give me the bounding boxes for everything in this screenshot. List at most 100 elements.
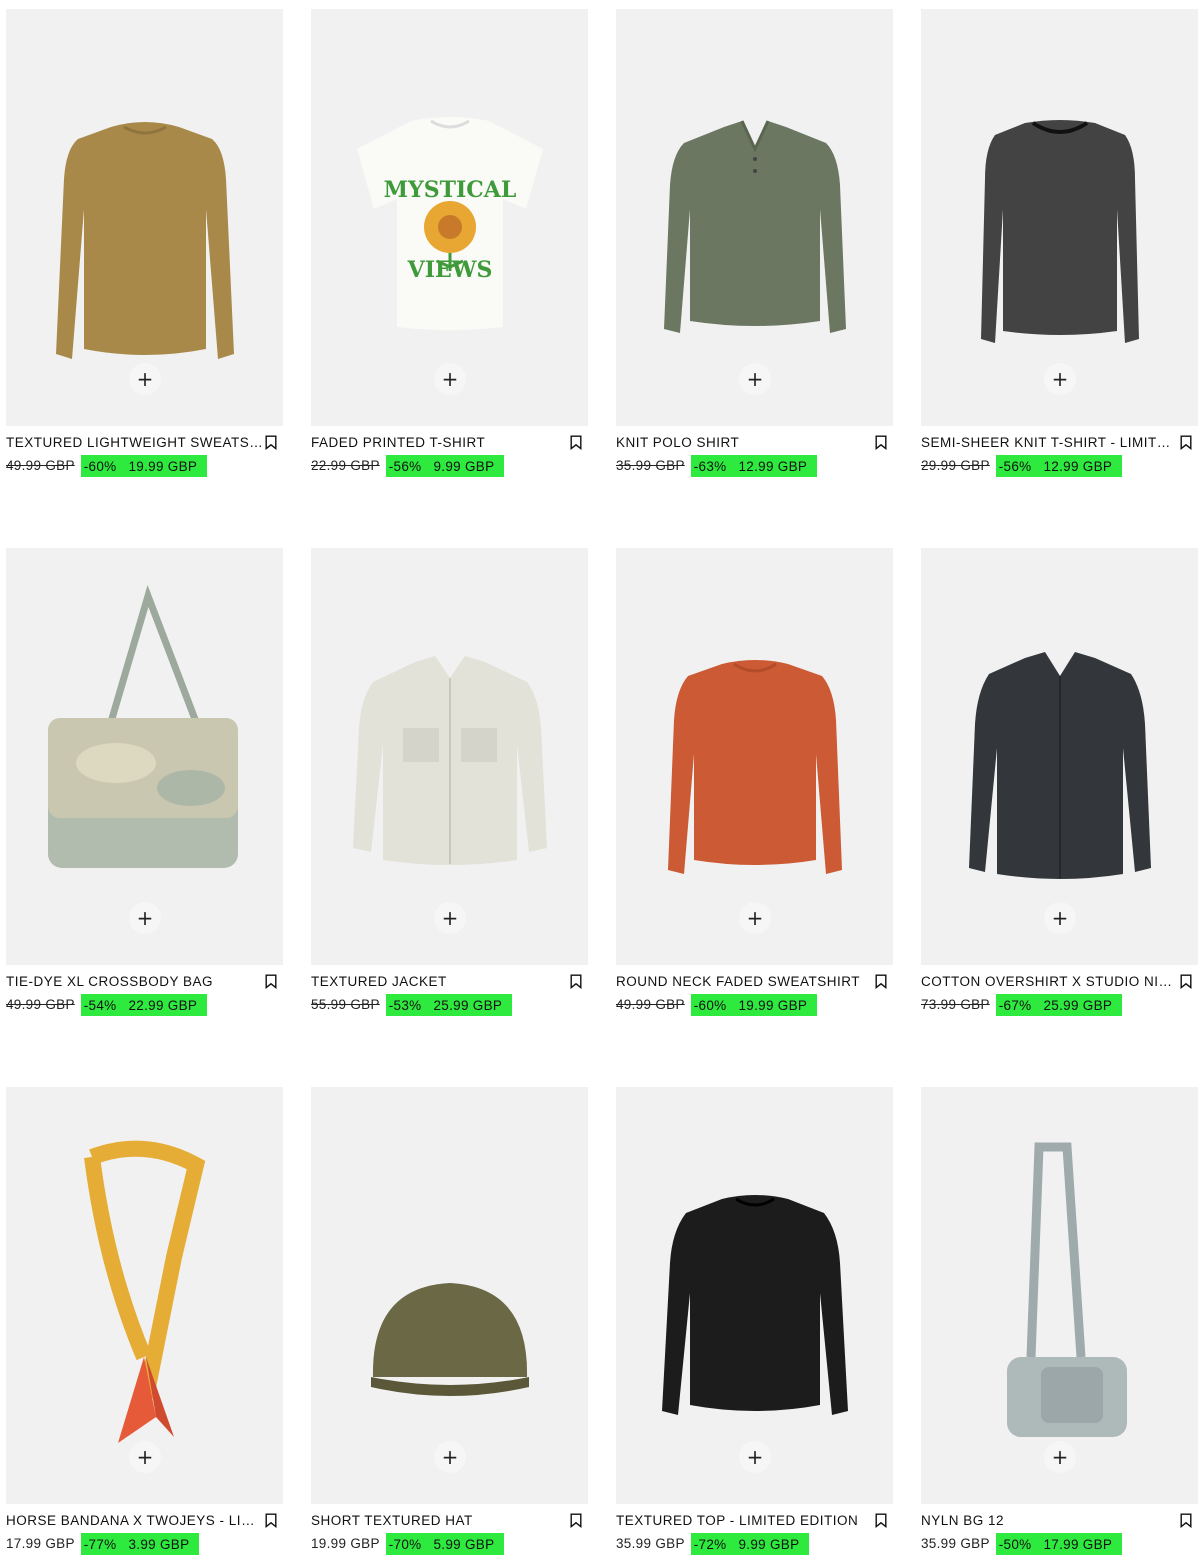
product-name-row: FADED PRINTED T-SHIRT bbox=[311, 434, 588, 452]
product-info: NYLN BG 12 35.99 GBP -50% 17.99 GBP bbox=[921, 1504, 1198, 1560]
bookmark-icon[interactable] bbox=[265, 974, 277, 989]
plus-icon: + bbox=[136, 906, 154, 930]
bookmark-icon[interactable] bbox=[875, 1513, 887, 1528]
price-row: 19.99 GBP -70% 5.99 GBP bbox=[311, 1533, 505, 1555]
product-name[interactable]: TEXTURED LIGHTWEIGHT SWEATSHIRT bbox=[6, 434, 264, 451]
product-info: COTTON OVERSHIRT X STUDIO NICHOLSON 73.9… bbox=[921, 965, 1198, 1021]
bookmark-icon[interactable] bbox=[875, 435, 887, 450]
discount-percent: -60% bbox=[83, 458, 117, 474]
plus-icon: + bbox=[136, 367, 154, 391]
add-to-cart-button[interactable]: + bbox=[434, 902, 466, 934]
add-to-cart-button[interactable]: + bbox=[129, 363, 161, 395]
bookmark-icon[interactable] bbox=[1180, 435, 1192, 450]
product-name-row: SHORT TEXTURED HAT bbox=[311, 1512, 588, 1530]
product-card[interactable]: + KNIT POLO SHIRT 35.99 GBP -63% 12.99 G… bbox=[616, 9, 893, 482]
product-card[interactable]: + TEXTURED JACKET 55.99 GBP -53% 25.99 G… bbox=[311, 548, 588, 1021]
add-to-cart-button[interactable]: + bbox=[434, 1441, 466, 1473]
product-name[interactable]: HORSE BANDANA X TWOJEYS - LIMITED EDITIO… bbox=[6, 1512, 264, 1529]
price-row: 49.99 GBP -54% 22.99 GBP bbox=[6, 994, 208, 1016]
product-name-row: ROUND NECK FADED SWEATSHIRT bbox=[616, 973, 893, 991]
original-price: 35.99 GBP bbox=[616, 1536, 685, 1551]
product-image[interactable]: + bbox=[616, 9, 893, 426]
product-info: KNIT POLO SHIRT 35.99 GBP -63% 12.99 GBP bbox=[616, 426, 893, 482]
product-card[interactable]: + TIE-DYE XL CROSSBODY BAG 49.99 GBP -54… bbox=[6, 548, 283, 1021]
plus-icon: + bbox=[746, 1445, 764, 1469]
product-card[interactable]: + COTTON OVERSHIRT X STUDIO NICHOLSON 73… bbox=[921, 548, 1198, 1021]
sale-price: 12.99 GBP bbox=[1043, 458, 1113, 474]
bookmark-icon[interactable] bbox=[1180, 974, 1192, 989]
product-name[interactable]: NYLN BG 12 bbox=[921, 1512, 1179, 1529]
product-name[interactable]: TEXTURED JACKET bbox=[311, 973, 569, 990]
product-image[interactable]: + bbox=[616, 548, 893, 965]
add-to-cart-button[interactable]: + bbox=[434, 363, 466, 395]
product-image[interactable]: + bbox=[6, 9, 283, 426]
original-price: 35.99 GBP bbox=[921, 1536, 990, 1551]
product-name[interactable]: KNIT POLO SHIRT bbox=[616, 434, 874, 451]
svg-text:MYSTICAL: MYSTICAL bbox=[384, 177, 517, 203]
product-name[interactable]: SHORT TEXTURED HAT bbox=[311, 1512, 569, 1529]
sale-price: 12.99 GBP bbox=[738, 458, 808, 474]
add-to-cart-button[interactable]: + bbox=[129, 902, 161, 934]
bookmark-icon[interactable] bbox=[265, 435, 277, 450]
product-name-row: TEXTURED LIGHTWEIGHT SWEATSHIRT bbox=[6, 434, 283, 452]
product-image[interactable]: + bbox=[921, 548, 1198, 965]
price-row: 49.99 GBP -60% 19.99 GBP bbox=[616, 994, 818, 1016]
bookmark-icon[interactable] bbox=[570, 435, 582, 450]
sale-badge: -60% 19.99 GBP bbox=[80, 455, 208, 477]
add-to-cart-button[interactable]: + bbox=[739, 1441, 771, 1473]
product-name[interactable]: TEXTURED TOP - LIMITED EDITION bbox=[616, 1512, 874, 1529]
product-image[interactable]: + bbox=[616, 1087, 893, 1504]
bookmark-icon[interactable] bbox=[1180, 1513, 1192, 1528]
bookmark-icon[interactable] bbox=[570, 974, 582, 989]
sale-price: 5.99 GBP bbox=[433, 1536, 495, 1552]
product-name[interactable]: SEMI-SHEER KNIT T-SHIRT - LIMITED EDITIO… bbox=[921, 434, 1179, 451]
price-row: 22.99 GBP -56% 9.99 GBP bbox=[311, 455, 505, 477]
product-image[interactable]: + bbox=[6, 548, 283, 965]
add-to-cart-button[interactable]: + bbox=[739, 902, 771, 934]
bookmark-icon[interactable] bbox=[265, 1513, 277, 1528]
product-card[interactable]: + ROUND NECK FADED SWEATSHIRT 49.99 GBP … bbox=[616, 548, 893, 1021]
sale-badge: -54% 22.99 GBP bbox=[80, 994, 208, 1016]
product-image[interactable]: + bbox=[311, 1087, 588, 1504]
add-to-cart-button[interactable]: + bbox=[129, 1441, 161, 1473]
discount-percent: -63% bbox=[693, 458, 727, 474]
product-image[interactable]: + bbox=[921, 9, 1198, 426]
add-to-cart-button[interactable]: + bbox=[1044, 363, 1076, 395]
product-card[interactable]: + HORSE BANDANA X TWOJEYS - LIMITED EDIT… bbox=[6, 1087, 283, 1560]
sale-badge: -56% 12.99 GBP bbox=[995, 455, 1123, 477]
product-name-row: KNIT POLO SHIRT bbox=[616, 434, 893, 452]
bookmark-icon[interactable] bbox=[875, 974, 887, 989]
add-to-cart-button[interactable]: + bbox=[1044, 1441, 1076, 1473]
product-name[interactable]: FADED PRINTED T-SHIRT bbox=[311, 434, 569, 451]
add-to-cart-button[interactable]: + bbox=[739, 363, 771, 395]
product-name[interactable]: ROUND NECK FADED SWEATSHIRT bbox=[616, 973, 874, 990]
product-name[interactable]: TIE-DYE XL CROSSBODY BAG bbox=[6, 973, 264, 990]
product-info: TIE-DYE XL CROSSBODY BAG 49.99 GBP -54% … bbox=[6, 965, 283, 1021]
price-row: 29.99 GBP -56% 12.99 GBP bbox=[921, 455, 1123, 477]
product-image[interactable]: + bbox=[6, 1087, 283, 1504]
plus-icon: + bbox=[1051, 906, 1069, 930]
sale-price: 17.99 GBP bbox=[1043, 1536, 1113, 1552]
original-price: 19.99 GBP bbox=[311, 1536, 380, 1551]
product-image[interactable]: + bbox=[311, 548, 588, 965]
product-card[interactable]: + SEMI-SHEER KNIT T-SHIRT - LIMITED EDIT… bbox=[921, 9, 1198, 482]
product-card[interactable]: + TEXTURED LIGHTWEIGHT SWEATSHIRT 49.99 … bbox=[6, 9, 283, 482]
product-card[interactable]: + TEXTURED TOP - LIMITED EDITION 35.99 G… bbox=[616, 1087, 893, 1560]
sale-badge: -60% 19.99 GBP bbox=[690, 994, 818, 1016]
product-card[interactable]: MYSTICAL VIEWS + FADED PRINTED T-SHIRT 2… bbox=[311, 9, 588, 482]
product-image[interactable]: + bbox=[921, 1087, 1198, 1504]
product-info: HORSE BANDANA X TWOJEYS - LIMITED EDITIO… bbox=[6, 1504, 283, 1560]
product-name[interactable]: COTTON OVERSHIRT X STUDIO NICHOLSON bbox=[921, 973, 1179, 990]
product-info: TEXTURED JACKET 55.99 GBP -53% 25.99 GBP bbox=[311, 965, 588, 1021]
product-card[interactable]: + NYLN BG 12 35.99 GBP -50% 17.99 GBP bbox=[921, 1087, 1198, 1560]
add-to-cart-button[interactable]: + bbox=[1044, 902, 1076, 934]
product-card[interactable]: + SHORT TEXTURED HAT 19.99 GBP -70% 5.99… bbox=[311, 1087, 588, 1560]
svg-text:VIEWS: VIEWS bbox=[407, 257, 493, 283]
bookmark-icon[interactable] bbox=[570, 1513, 582, 1528]
sale-price: 19.99 GBP bbox=[738, 997, 808, 1013]
original-price: 22.99 GBP bbox=[311, 458, 380, 473]
product-name-row: SEMI-SHEER KNIT T-SHIRT - LIMITED EDITIO… bbox=[921, 434, 1198, 452]
price-row: 73.99 GBP -67% 25.99 GBP bbox=[921, 994, 1123, 1016]
product-image[interactable]: MYSTICAL VIEWS + bbox=[311, 9, 588, 426]
sale-price: 3.99 GBP bbox=[128, 1536, 190, 1552]
